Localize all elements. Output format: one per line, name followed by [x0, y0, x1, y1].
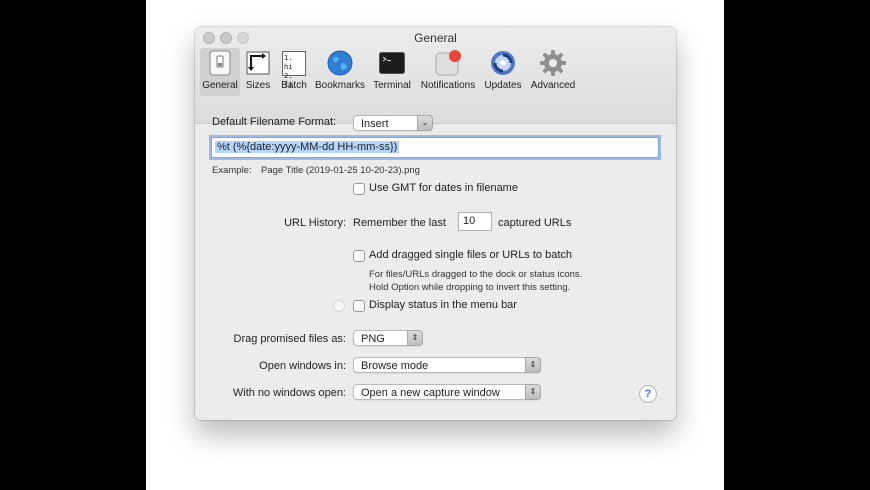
url-history-count-field[interactable]: 10 [458, 212, 492, 231]
example-value: Page Title (2019-01-25 10-20-23).png [261, 165, 420, 176]
window-title: General [414, 31, 457, 45]
url-history-label: URL History: [284, 217, 346, 229]
open-windows-popup[interactable]: Browse mode ⇕ [353, 357, 541, 373]
no-windows-popup[interactable]: Open a new capture window ⇕ [353, 384, 541, 400]
tab-updates[interactable]: Updates [482, 48, 524, 96]
tab-label: Bookmarks [314, 80, 365, 91]
tab-bookmarks[interactable]: Bookmarks [312, 48, 368, 96]
help-button[interactable]: ? [639, 385, 657, 403]
tab-sizes[interactable]: Sizes [241, 48, 275, 96]
tab-advanced[interactable]: Advanced [528, 48, 578, 96]
remember-suffix: captured URLs [498, 217, 572, 229]
question-mark-icon: ? [644, 388, 652, 400]
batch-icon-line-1: 1. hi [284, 53, 293, 71]
tab-label: Notifications [420, 80, 476, 91]
chevron-updown-icon: ⇕ [525, 384, 541, 400]
drag-promised-popup[interactable]: PNG ⇕ [353, 330, 423, 346]
title-bar: General General Sizes 1. hi 2. fi Batch … [195, 27, 676, 124]
tab-batch[interactable]: 1. hi 2. fi Batch [277, 48, 311, 96]
display-status-label: Display status in the menu bar [369, 299, 517, 311]
chevron-updown-icon: ⇕ [525, 357, 541, 373]
display-status-checkbox[interactable] [353, 300, 365, 312]
add-dragged-note-2: Hold Option while dropping to invert thi… [369, 282, 571, 293]
filename-format-field[interactable]: %t (%{date:yyyy-MM-dd HH-mm-ss}) [211, 137, 659, 158]
tab-label: Sizes [245, 80, 271, 91]
open-windows-value: Browse mode [361, 360, 429, 372]
remember-prefix: Remember the last [353, 217, 446, 229]
tab-label: General [202, 80, 238, 91]
insert-popup-value: Insert [361, 118, 389, 130]
tab-general[interactable]: General [200, 48, 240, 96]
tab-label: Batch [281, 80, 307, 91]
add-dragged-checkbox[interactable] [353, 250, 365, 262]
drag-promised-label: Drag promised files as: [233, 333, 347, 345]
sizes-icon [244, 49, 272, 77]
tab-label: Advanced [530, 80, 576, 91]
gear-icon [539, 49, 567, 77]
chevron-updown-icon: ⇕ [407, 330, 423, 346]
preferences-window: General General Sizes 1. hi 2. fi Batch … [195, 27, 676, 420]
add-dragged-label: Add dragged single files or URLs to batc… [369, 249, 573, 261]
tab-label: Terminal [373, 80, 411, 91]
filename-format-value: %t (%{date:yyyy-MM-dd HH-mm-ss}) [215, 141, 400, 153]
drag-promised-value: PNG [361, 333, 385, 345]
chevron-down-icon: ⌄ [417, 115, 433, 131]
example-label: Example: [212, 165, 252, 176]
tab-label: Updates [484, 80, 522, 91]
batch-icon: 1. hi 2. fi [280, 49, 308, 89]
filename-format-label: Default Filename Format: [212, 116, 337, 128]
tab-terminal[interactable]: Terminal [369, 48, 415, 96]
no-windows-value: Open a new capture window [361, 387, 500, 399]
add-dragged-note-1: For files/URLs dragged to the dock or st… [369, 269, 583, 280]
tab-notifications[interactable]: Notifications [417, 48, 479, 96]
insert-popup[interactable]: Insert ⌄ [353, 115, 433, 131]
terminal-icon [378, 49, 406, 77]
no-windows-label: With no windows open: [232, 387, 346, 399]
notifications-icon [434, 49, 462, 77]
use-gmt-label: Use GMT for dates in filename [369, 182, 518, 194]
url-history-count-value: 10 [463, 215, 476, 227]
open-windows-label: Open windows in: [259, 360, 346, 372]
general-icon [206, 49, 234, 77]
updates-icon [489, 49, 517, 77]
use-gmt-checkbox[interactable] [353, 183, 365, 195]
status-item-icon [333, 300, 345, 312]
globe-icon [326, 49, 354, 77]
